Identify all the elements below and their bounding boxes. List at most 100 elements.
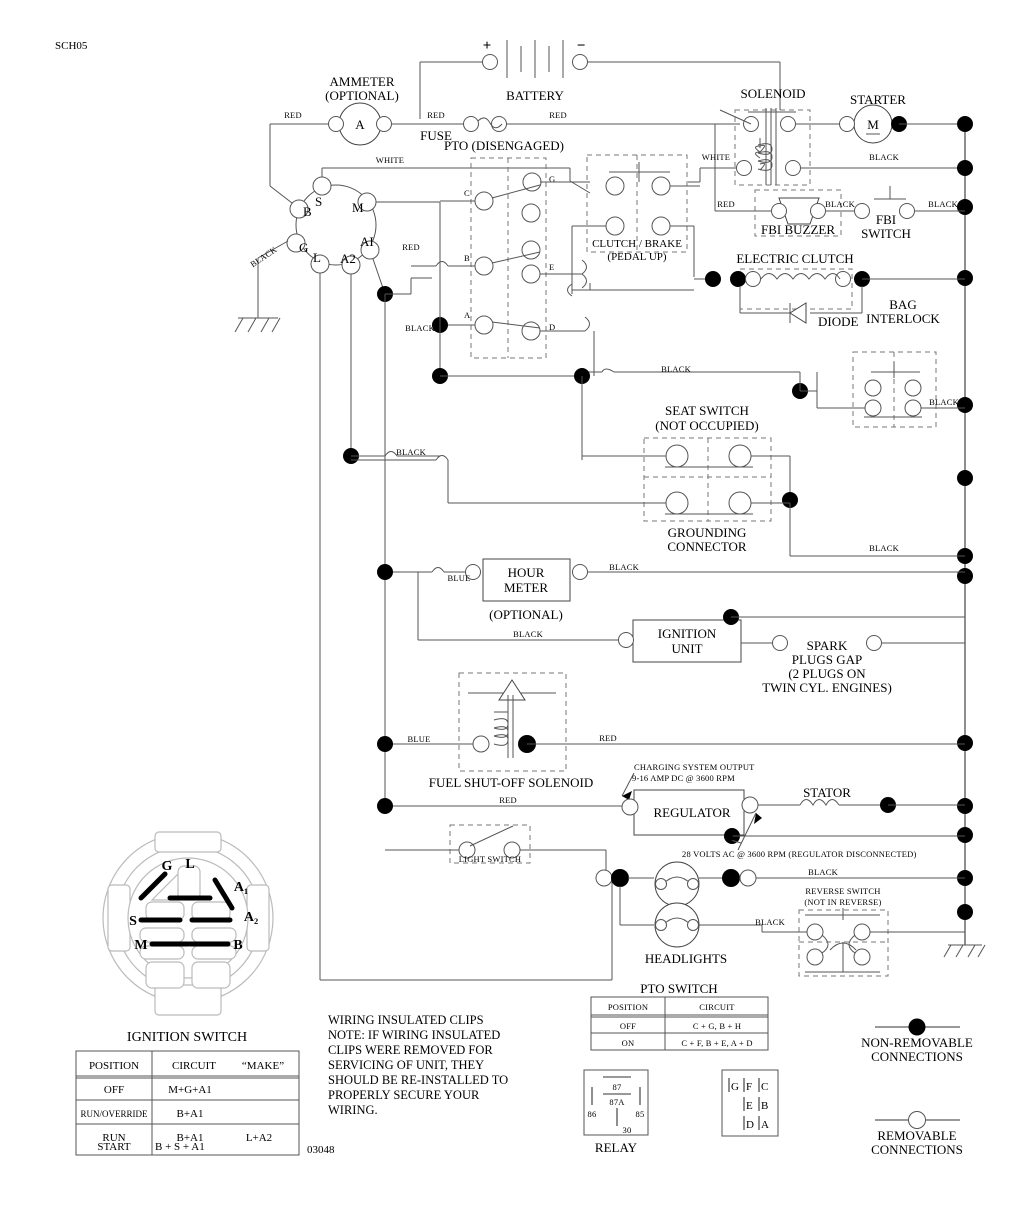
battery-group: + − BATTERY xyxy=(419,38,781,119)
seat-switch-node-4[interactable] xyxy=(728,491,752,515)
ign-label-G: G xyxy=(299,240,308,255)
regulator-terminal-right[interactable] xyxy=(741,796,759,814)
ignition-switch-table: IGNITION SWITCH POSITION CIRCUIT “MAKE” … xyxy=(75,1030,300,1156)
headlight-2-terminal-left[interactable] xyxy=(655,919,667,931)
pto-table-r0c0: OFF xyxy=(620,1021,636,1031)
headlight-2-terminal-right[interactable] xyxy=(687,919,699,931)
bus-dot-3 xyxy=(957,199,973,215)
connection-dot-clutch-b xyxy=(730,271,746,287)
pto-node-B[interactable] xyxy=(474,256,494,276)
ign-label-AI: AI xyxy=(360,234,374,249)
pto-terminal-B-label: B xyxy=(464,253,470,263)
reverse-switch-label-line1: REVERSE SWITCH xyxy=(805,886,880,896)
bag-interlock-node-2[interactable] xyxy=(904,379,922,397)
connector-pin-B: B xyxy=(761,1100,768,1112)
reverse-switch-node-4[interactable] xyxy=(853,948,871,966)
fbi-switch-label-line2: SWITCH xyxy=(861,226,911,241)
headlight-out-terminal[interactable] xyxy=(739,869,757,887)
fuse-terminal-right[interactable] xyxy=(491,116,507,132)
ign-table-r2c2: L+A2 xyxy=(246,1132,272,1144)
clips-note-line-5: WIRING. xyxy=(328,1103,378,1117)
fbi-buzzer-terminal-left[interactable] xyxy=(771,203,787,219)
wiring-schematic: SCH05 + − BATTERY AMMETER (OPTIONAL) A F… xyxy=(55,38,986,1157)
wiring-clips-note: WIRING INSULATED CLIPS NOTE: IF WIRING I… xyxy=(307,1013,508,1156)
fbi-switch-terminal-left[interactable] xyxy=(854,203,870,219)
solenoid-terminal-top-right[interactable] xyxy=(780,116,796,132)
headlight-1-terminal-left[interactable] xyxy=(655,878,667,890)
wire-label-1: RED xyxy=(427,110,445,120)
seat-switch-node-1[interactable] xyxy=(665,444,689,468)
spark-plug-gap-left[interactable] xyxy=(772,635,788,651)
pto-switch-table: PTO SWITCH POSITION CIRCUIT OFF C + G, B… xyxy=(590,981,769,1051)
fuel-solenoid-terminal-left[interactable] xyxy=(472,735,490,753)
bus-dot-4 xyxy=(957,270,973,286)
bus-dot-8 xyxy=(957,568,973,584)
part-number: 03048 xyxy=(307,1144,335,1156)
pto-node-B2[interactable] xyxy=(521,240,541,260)
bag-interlock-node-1[interactable] xyxy=(864,379,882,397)
pto-table-header-1: CIRCUIT xyxy=(699,1002,735,1012)
bus-dot-10 xyxy=(957,798,973,814)
ign-label-S: S xyxy=(315,194,322,209)
wire-label-17: BLACK xyxy=(513,629,543,639)
connector-pin-F: F xyxy=(746,1081,752,1093)
battery-negative-terminal[interactable] xyxy=(572,54,588,70)
clutch-brake-node-1[interactable] xyxy=(605,176,625,196)
ign-table-r3c1: B + S + A1 xyxy=(155,1141,205,1153)
headlights-terminal[interactable] xyxy=(595,869,613,887)
reverse-switch-node-2[interactable] xyxy=(853,923,871,941)
fbi-buzzer-terminal-right[interactable] xyxy=(810,203,826,219)
solenoid-terminal-bottom-left[interactable] xyxy=(736,160,752,176)
fuse-terminal-left[interactable] xyxy=(463,116,479,132)
ignition-unit-terminal-left[interactable] xyxy=(618,632,634,648)
spark-plugs-label-line2: PLUGS GAP xyxy=(792,652,862,667)
ammeter-terminal-right[interactable] xyxy=(376,116,392,132)
seat-switch-node-2[interactable] xyxy=(728,444,752,468)
ign-table-r3c0: START xyxy=(97,1141,131,1153)
wire-label-9: RED xyxy=(402,242,420,252)
hour-meter-terminal-right[interactable] xyxy=(572,564,588,580)
connector-pin-D: D xyxy=(746,1119,754,1131)
bus-dot-1 xyxy=(957,116,973,132)
solenoid-terminal-bottom-right[interactable] xyxy=(785,160,801,176)
headlight-1-terminal-right[interactable] xyxy=(687,878,699,890)
pto-node-D[interactable] xyxy=(521,321,541,341)
pto-terminal-A-label: A xyxy=(464,310,471,320)
starter-terminal[interactable] xyxy=(839,116,855,132)
wire-label-8: BLACK xyxy=(928,199,958,209)
bag-interlock-node-3[interactable] xyxy=(864,399,882,417)
connection-dot-fuel xyxy=(377,736,393,752)
wire-label-3: WHITE xyxy=(376,155,404,165)
pto-node-A[interactable] xyxy=(474,315,494,335)
clips-note-line-4: PROPERLY SECURE YOUR xyxy=(328,1088,480,1102)
electric-clutch-terminal-right[interactable] xyxy=(835,271,851,287)
ign-terminal-S[interactable] xyxy=(312,176,332,196)
wire-label-12: BLACK xyxy=(929,397,959,407)
pto-node-C[interactable] xyxy=(474,191,494,211)
ammeter-terminal-left[interactable] xyxy=(328,116,344,132)
spark-plug-gap-right[interactable] xyxy=(866,635,882,651)
battery-positive-terminal[interactable] xyxy=(482,54,498,70)
clutch-brake-node-2[interactable] xyxy=(651,176,671,196)
wire-label-20: RED xyxy=(499,795,517,805)
ign-label-B: B xyxy=(303,204,312,219)
seat-switch-node-3[interactable] xyxy=(665,491,689,515)
wire-label-21: BLACK xyxy=(808,867,838,877)
ignition-switch-dial: G L A₁ A₂ S M B xyxy=(102,831,274,1016)
solenoid-label: SOLENOID xyxy=(741,86,806,101)
reverse-switch-node-1[interactable] xyxy=(806,923,824,941)
pto-node-G[interactable] xyxy=(522,172,542,192)
pto-node-E[interactable] xyxy=(521,264,541,284)
reverse-switch-node-3[interactable] xyxy=(806,948,824,966)
pto-table-header-0: POSITION xyxy=(608,1002,648,1012)
light-switch-label: LIGHT SWITCH xyxy=(459,854,521,864)
clutch-brake-node-3[interactable] xyxy=(605,216,625,236)
electric-clutch-terminal-left[interactable] xyxy=(745,271,761,287)
clutch-brake-node-4[interactable] xyxy=(651,216,671,236)
hour-meter-label-line1: HOUR xyxy=(508,565,545,580)
bag-interlock-node-4[interactable] xyxy=(904,399,922,417)
regulator-terminal-left[interactable] xyxy=(621,798,639,816)
fbi-switch-terminal-right[interactable] xyxy=(899,203,915,219)
pto-node-G2[interactable] xyxy=(521,203,541,223)
ign-dial-label-B: B xyxy=(233,938,242,953)
